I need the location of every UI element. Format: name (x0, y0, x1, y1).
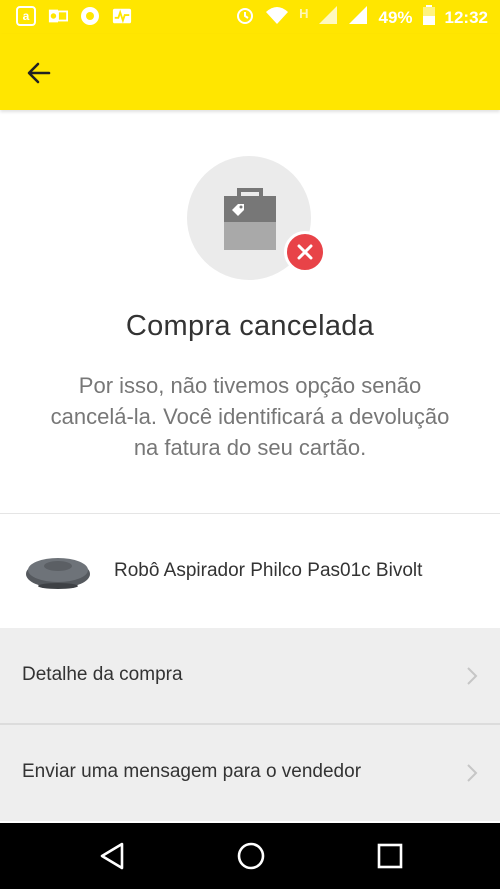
signal-icon (318, 5, 338, 30)
arrow-left-icon (27, 62, 51, 84)
error-badge (284, 231, 326, 273)
status-bar: a H 49% 12:32 (0, 0, 500, 34)
nav-home-button[interactable] (236, 841, 266, 876)
activity-icon (112, 6, 132, 26)
chevron-right-icon (467, 667, 478, 685)
chevron-right-icon (467, 764, 478, 782)
nav-back-button[interactable] (98, 841, 126, 876)
svg-text:a: a (23, 9, 30, 23)
close-icon (297, 244, 313, 260)
chrome-icon (80, 6, 100, 26)
wifi-icon (265, 5, 289, 30)
nav-recents-button[interactable] (376, 841, 404, 876)
square-recents-icon (377, 843, 403, 869)
amazon-icon: a (16, 6, 36, 26)
purchase-details-row[interactable]: Detalhe da compra (0, 628, 500, 723)
circle-home-icon (237, 842, 265, 870)
shopping-bag-icon (224, 188, 276, 250)
triangle-back-icon (100, 842, 124, 870)
back-button[interactable] (22, 56, 56, 90)
signal-icon-2 (348, 5, 368, 30)
battery-icon (422, 5, 435, 30)
system-status: H 49% 12:32 (235, 5, 488, 30)
app-bar (0, 34, 500, 110)
product-row: Robô Aspirador Philco Pas01c Bivolt (0, 514, 500, 628)
clock: 12:32 (444, 7, 488, 27)
message-seller-row[interactable]: Enviar uma mensagem para o vendedor (0, 725, 500, 821)
product-image (26, 558, 90, 589)
message-seller-label: Enviar uma mensagem para o vendedor (22, 761, 362, 782)
status-message: Por isso, não tivemos opção senão cancel… (50, 373, 450, 460)
alarm-icon (235, 5, 255, 30)
page-title: Compra cancelada (125, 310, 375, 342)
outlook-icon (48, 6, 68, 26)
navigation-bar (0, 823, 500, 889)
battery-percent: 49% (378, 7, 413, 27)
purchase-details-label: Detalhe da compra (22, 664, 183, 685)
network-type-label: H (299, 6, 309, 21)
notification-icons: a (16, 6, 132, 26)
product-name: Robô Aspirador Philco Pas01c Bivolt (114, 560, 423, 581)
